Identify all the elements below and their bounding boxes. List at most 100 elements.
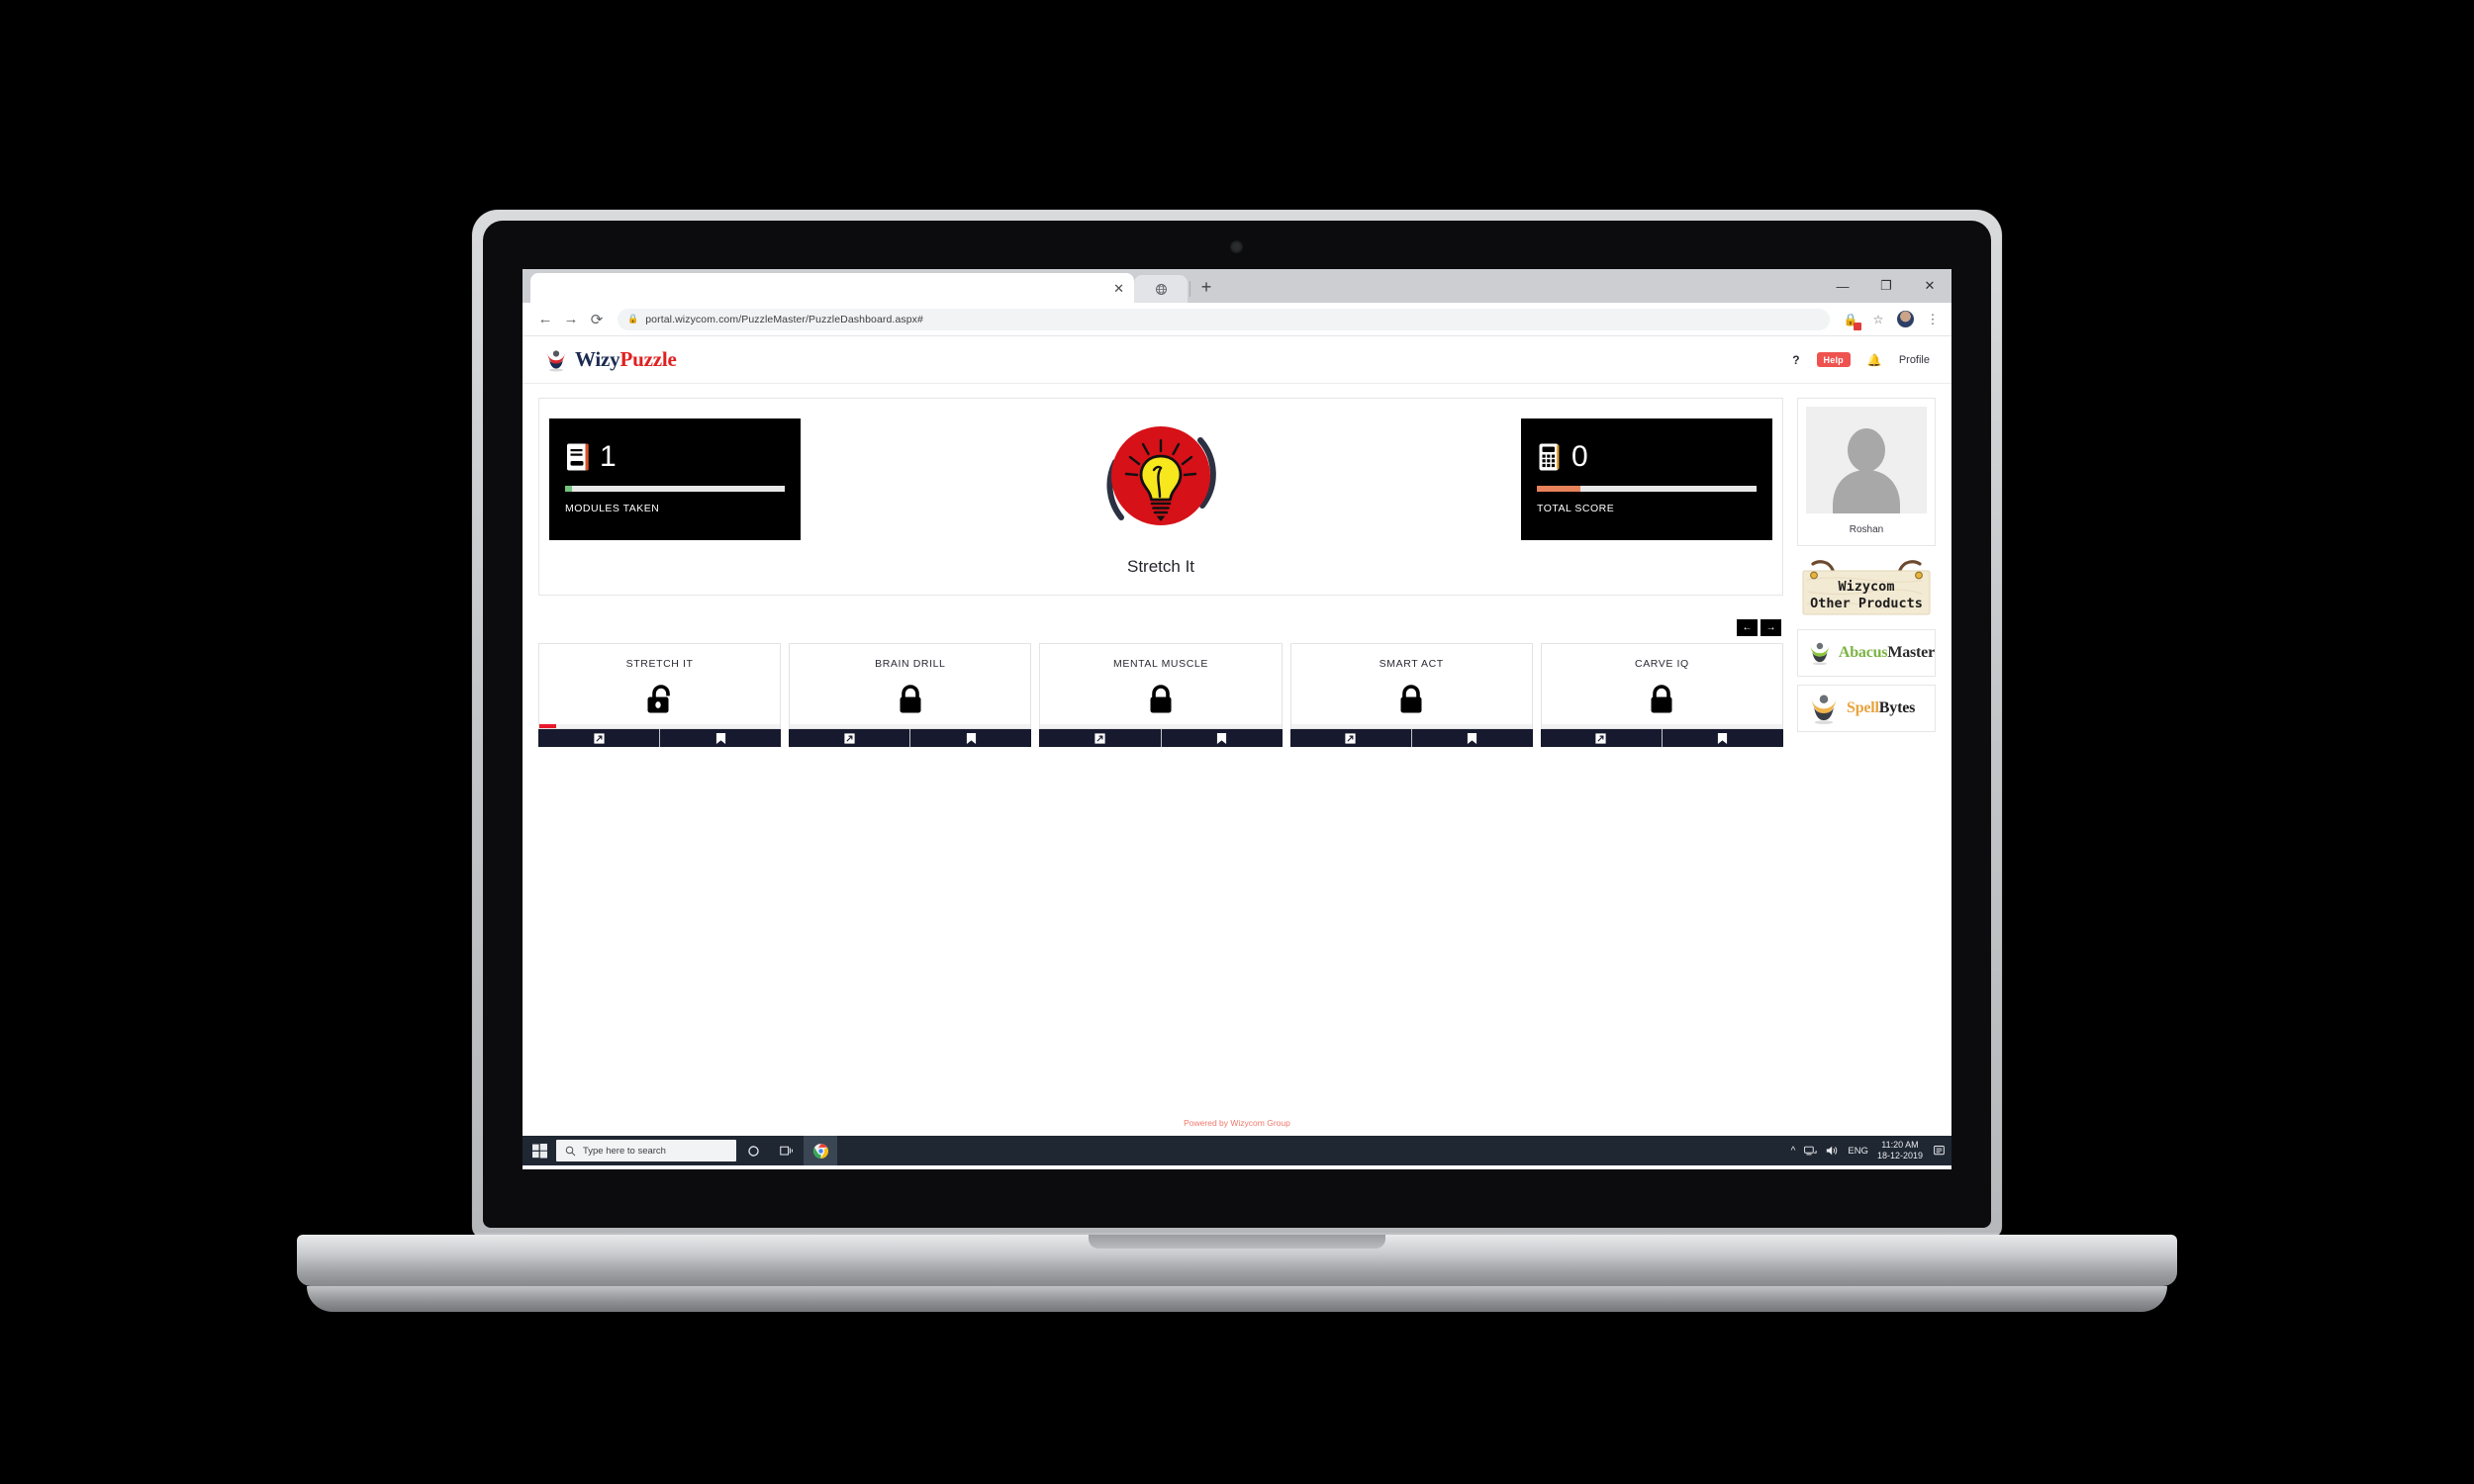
module-card[interactable]: MENTAL MUSCLE: [1039, 643, 1283, 747]
hero-title: Stretch It: [1126, 557, 1195, 576]
reload-button[interactable]: ⟳: [584, 307, 610, 332]
wizycom-swoosh-icon: [547, 349, 565, 371]
module-bookmark-button[interactable]: [1412, 729, 1533, 747]
module-next-button[interactable]: →: [1760, 619, 1781, 636]
chrome-taskbar-button[interactable]: [804, 1136, 837, 1165]
cortana-icon: [747, 1145, 759, 1157]
profile-link[interactable]: Profile: [1899, 354, 1930, 366]
module-lock-state: [1146, 684, 1176, 720]
module-footer-divider: [1661, 729, 1663, 747]
spellbytes-text-1: Spell: [1847, 699, 1879, 716]
address-bar[interactable]: 🔒 portal.wizycom.com/PuzzleMaster/Puzzle…: [618, 308, 1830, 330]
product-link-spellbytes[interactable]: SpellBytes: [1797, 685, 1936, 732]
action-center-icon[interactable]: [1932, 1145, 1946, 1158]
window-maximize-button[interactable]: ❐: [1864, 271, 1908, 301]
forward-button[interactable]: →: [558, 307, 584, 332]
bookmark-icon: [1216, 732, 1227, 744]
expand-icon: [1345, 732, 1356, 744]
browser-tabstrip: ✕ + — ❐ ✕: [523, 269, 1951, 303]
module-open-button[interactable]: [538, 729, 659, 747]
module-open-button[interactable]: [1039, 729, 1160, 747]
module-card-footer: [1540, 729, 1784, 747]
question-mark-icon[interactable]: ?: [1792, 353, 1799, 367]
task-view-button[interactable]: [770, 1136, 804, 1165]
sign-line-1: Wizycom: [1839, 579, 1895, 595]
stat-card-modules-taken: 1 MODULES TAKEN: [549, 418, 801, 540]
chrome-icon: [812, 1143, 828, 1159]
window-close-button[interactable]: ✕: [1908, 271, 1951, 301]
module-lock-state: [1396, 684, 1426, 720]
module-prev-button[interactable]: ←: [1737, 619, 1758, 636]
lock-closed-icon: [1651, 685, 1672, 713]
notification-bell-icon[interactable]: 🔔: [1867, 353, 1882, 367]
module-open-button[interactable]: [1541, 729, 1662, 747]
module-card[interactable]: CARVE IQ: [1540, 643, 1784, 747]
stat-card-total-score: 0 TOTAL SCORE: [1521, 418, 1772, 540]
module-bookmark-button[interactable]: [660, 729, 781, 747]
browser-toolbar: ← → ⟳ 🔒 portal.wizycom.com/PuzzleMaster/…: [523, 303, 1951, 336]
user-profile-card: Roshan: [1797, 398, 1936, 546]
back-button[interactable]: ←: [532, 307, 558, 332]
abacusmaster-logo-icon: [1810, 642, 1830, 666]
expand-icon: [1094, 732, 1105, 744]
sign-line-2: Other Products: [1810, 596, 1923, 611]
start-button[interactable]: [523, 1136, 556, 1165]
module-card[interactable]: SMART ACT: [1289, 643, 1533, 747]
lock-closed-icon: [1400, 685, 1422, 713]
module-card[interactable]: BRAIN DRILL: [789, 643, 1032, 747]
tray-chevron-icon[interactable]: ^: [1791, 1146, 1796, 1157]
module-card-footer: [789, 729, 1032, 747]
stat-score-label: TOTAL SCORE: [1537, 503, 1615, 514]
module-footer-divider: [1160, 729, 1162, 747]
module-open-button[interactable]: [789, 729, 909, 747]
site-permissions-icon[interactable]: 🔒: [1842, 311, 1861, 330]
laptop-webcam: [1230, 240, 1243, 253]
site-header: WizyPuzzle ? Help 🔔 Profile: [523, 336, 1951, 384]
module-footer-divider: [1410, 729, 1412, 747]
expand-icon: [1595, 732, 1606, 744]
module-card[interactable]: STRETCH IT: [538, 643, 782, 747]
spellbytes-text-2: Bytes: [1878, 699, 1916, 716]
network-icon[interactable]: [1804, 1146, 1817, 1157]
spellbytes-logo-icon: [1811, 695, 1837, 725]
tray-clock[interactable]: 11:20 AM 18-12-2019: [1877, 1140, 1923, 1162]
module-lock-state: [1647, 684, 1676, 720]
bookmark-icon: [1468, 732, 1477, 744]
help-button[interactable]: Help: [1816, 352, 1851, 367]
window-minimize-button[interactable]: —: [1821, 271, 1864, 301]
hero-center: Stretch It: [1052, 418, 1270, 577]
abacusmaster-text-1: Abacus: [1838, 644, 1888, 661]
other-products-sign: Wizycom Other Products Wizycom Other Pro…: [1797, 558, 1936, 621]
stat-modules-progress-fill: [565, 486, 572, 492]
new-tab-button[interactable]: +: [1192, 273, 1220, 301]
product-link-abacusmaster[interactable]: AbacusMaster: [1797, 629, 1936, 677]
web-page: WizyPuzzle ? Help 🔔 Profile 1 MODULES TA…: [523, 336, 1951, 1136]
module-bookmark-button[interactable]: [1162, 729, 1283, 747]
tray-language[interactable]: ENG: [1848, 1146, 1868, 1157]
module-open-button[interactable]: [1290, 729, 1411, 747]
laptop-base-notch: [1089, 1235, 1385, 1249]
bookmark-star-icon[interactable]: ☆: [1869, 311, 1887, 328]
search-input[interactable]: Type here to search: [556, 1140, 736, 1161]
windows-taskbar: Type here to search ^ ENG 11:20 AM 18-12…: [523, 1136, 1951, 1165]
tab-close-icon[interactable]: ✕: [1113, 282, 1124, 295]
lock-closed-icon: [900, 685, 921, 713]
laptop-base-bottom: [307, 1286, 2167, 1312]
bookmark-icon: [966, 732, 976, 744]
module-card-footer: [1039, 729, 1283, 747]
sidebar: Roshan Wizycom Other Products AbacusMast…: [1797, 398, 1936, 1108]
bookmark-icon: [1718, 732, 1728, 744]
module-bookmark-button[interactable]: [910, 729, 1031, 747]
module-lock-state: [645, 684, 675, 720]
browser-tab-active[interactable]: ✕: [530, 273, 1134, 303]
browser-tab-secondary[interactable]: [1134, 275, 1188, 303]
volume-icon[interactable]: [1826, 1145, 1839, 1157]
browser-profile-avatar[interactable]: [1897, 311, 1914, 327]
stat-modules-top: 1: [565, 434, 785, 480]
module-bookmark-button[interactable]: [1663, 729, 1783, 747]
logo-text-wizy: Wizy: [575, 347, 620, 371]
site-logo[interactable]: WizyPuzzle: [544, 347, 677, 372]
browser-menu-icon[interactable]: ⋮: [1924, 311, 1942, 328]
cortana-button[interactable]: [736, 1136, 770, 1165]
module-card-body: SMART ACT: [1289, 643, 1533, 724]
